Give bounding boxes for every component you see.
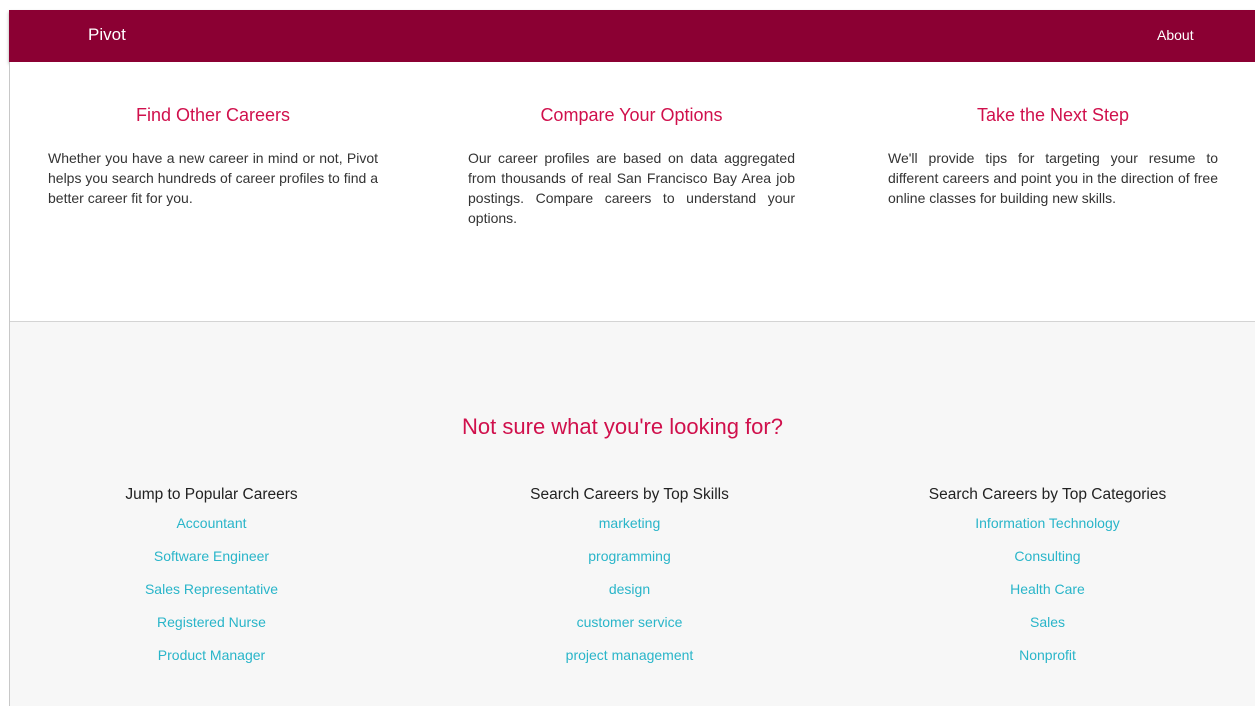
list-item: design <box>488 579 771 612</box>
feature-text: Whether you have a new career in mind or… <box>48 150 378 206</box>
list-item: Health Care <box>906 579 1189 612</box>
list-item: Product Manager <box>70 645 353 678</box>
career-link-software-engineer[interactable]: Software Engineer <box>154 548 269 564</box>
feature-text: We'll provide tips for targeting your re… <box>888 150 1218 206</box>
top-navbar: Pivot About <box>9 10 1255 62</box>
page: Pivot About Find Other Careers Whether y… <box>0 0 1255 706</box>
top-categories-list: Information Technology Consulting Health… <box>906 513 1189 678</box>
popular-careers-column: Jump to Popular Careers Accountant Softw… <box>70 486 353 678</box>
skill-link-customer-service[interactable]: customer service <box>577 614 683 630</box>
feature-title: Take the Next Step <box>976 105 1130 125</box>
explore-title: Not sure what you're looking for? <box>462 414 783 439</box>
top-categories-column: Search Careers by Top Categories Informa… <box>906 486 1189 678</box>
feature-title: Compare Your Options <box>540 105 723 125</box>
list-item: Sales Representative <box>70 579 353 612</box>
career-link-accountant[interactable]: Accountant <box>176 515 246 531</box>
features-section: Find Other Careers Whether you have a ne… <box>10 62 1255 321</box>
category-link-information-technology[interactable]: Information Technology <box>975 515 1120 531</box>
list-item: customer service <box>488 612 771 645</box>
nav-about-link[interactable]: About <box>1157 27 1194 43</box>
skill-link-design[interactable]: design <box>609 581 650 597</box>
list-item: Registered Nurse <box>70 612 353 645</box>
skill-link-marketing[interactable]: marketing <box>599 515 660 531</box>
feature-find-careers: Find Other Careers Whether you have a ne… <box>48 105 378 208</box>
career-link-sales-representative[interactable]: Sales Representative <box>145 581 278 597</box>
list-item: programming <box>488 546 771 579</box>
category-link-nonprofit[interactable]: Nonprofit <box>1019 647 1076 663</box>
feature-next-step: Take the Next Step We'll provide tips fo… <box>888 105 1218 208</box>
column-heading: Search Careers by Top Skills <box>530 486 729 503</box>
category-link-consulting[interactable]: Consulting <box>1014 548 1080 564</box>
list-item: Consulting <box>906 546 1189 579</box>
category-link-sales[interactable]: Sales <box>1030 614 1065 630</box>
brand-logo-link[interactable]: Pivot <box>88 25 126 45</box>
list-item: marketing <box>488 513 771 546</box>
feature-text: Our career profiles are based on data ag… <box>468 150 795 226</box>
feature-compare-options: Compare Your Options Our career profiles… <box>468 105 795 228</box>
list-item: Information Technology <box>906 513 1189 546</box>
list-item: Sales <box>906 612 1189 645</box>
skill-link-project-management[interactable]: project management <box>566 647 694 663</box>
category-link-health-care[interactable]: Health Care <box>1010 581 1085 597</box>
feature-title: Find Other Careers <box>135 105 291 125</box>
explore-section: Not sure what you're looking for? Jump t… <box>10 321 1255 706</box>
list-item: Software Engineer <box>70 546 353 579</box>
list-item: Nonprofit <box>906 645 1189 678</box>
list-item: Accountant <box>70 513 353 546</box>
skill-link-programming[interactable]: programming <box>588 548 670 564</box>
column-heading: Search Careers by Top Categories <box>928 486 1167 503</box>
column-heading: Jump to Popular Careers <box>125 486 298 503</box>
popular-careers-list: Accountant Software Engineer Sales Repre… <box>70 513 353 678</box>
career-link-product-manager[interactable]: Product Manager <box>158 647 265 663</box>
top-skills-column: Search Careers by Top Skills marketing p… <box>488 486 771 678</box>
career-link-registered-nurse[interactable]: Registered Nurse <box>157 614 266 630</box>
top-skills-list: marketing programming design customer se… <box>488 513 771 678</box>
list-item: project management <box>488 645 771 678</box>
